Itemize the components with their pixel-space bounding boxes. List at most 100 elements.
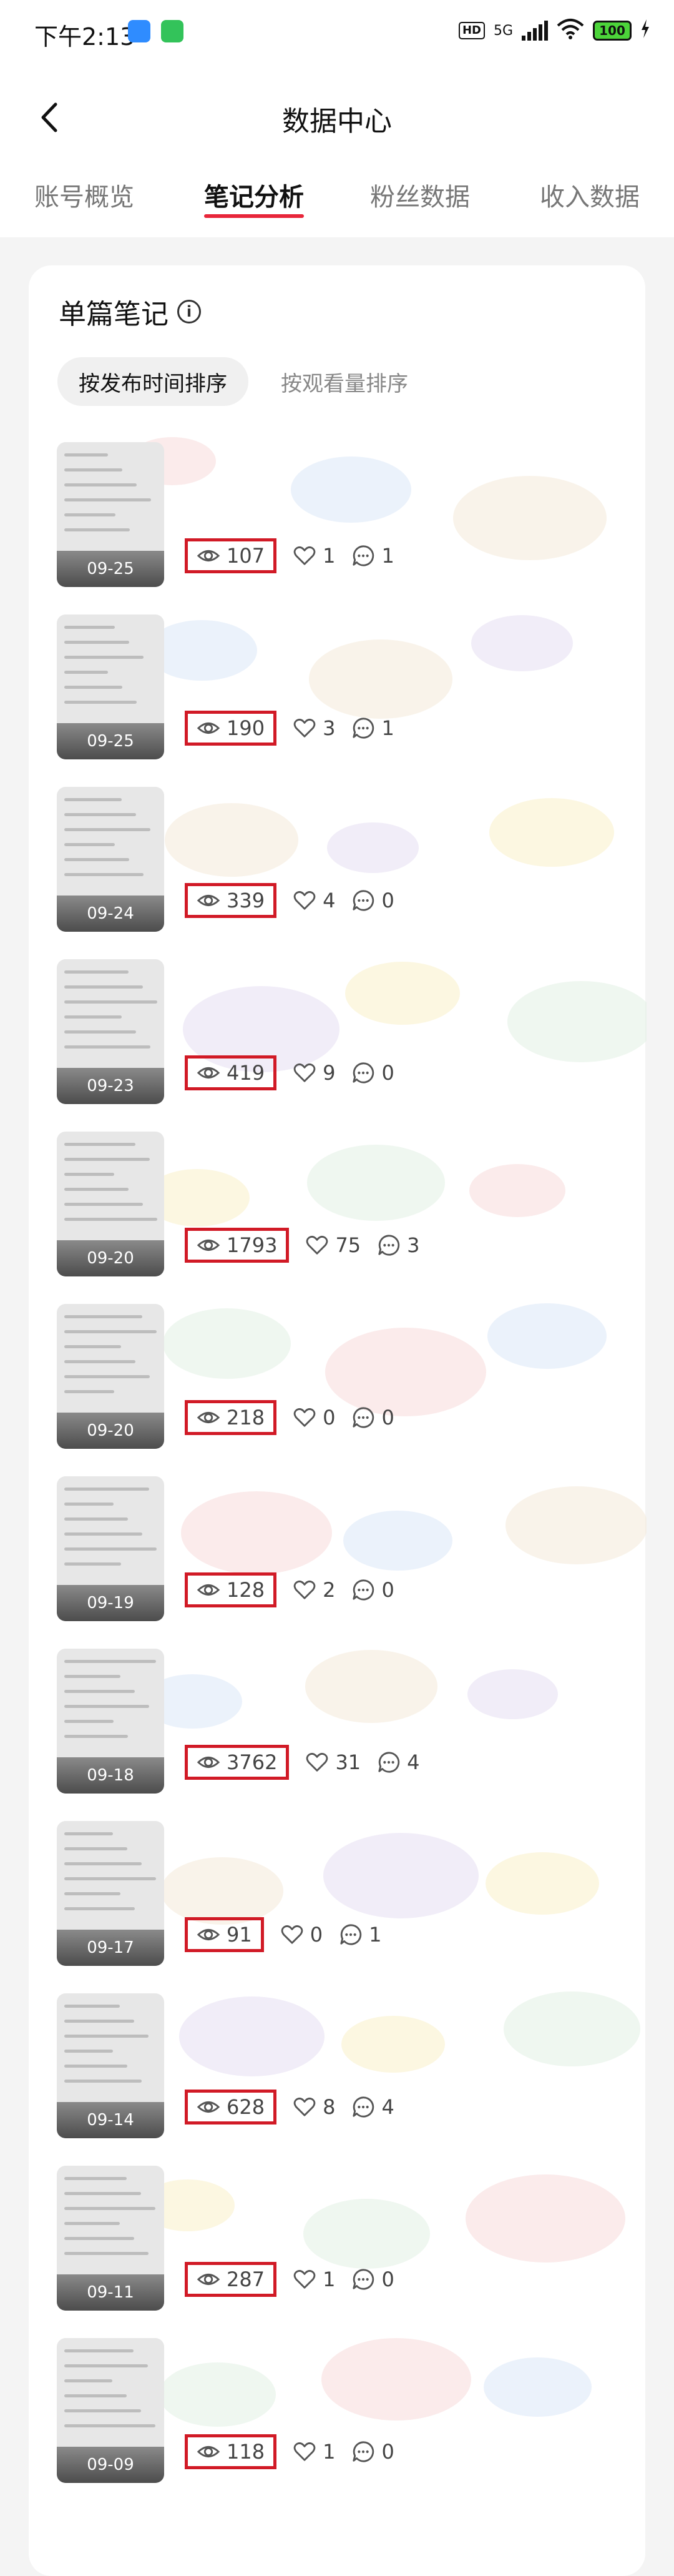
note-background-decoration — [104, 1637, 647, 1810]
comment-icon — [378, 1235, 400, 1256]
views-count: 419 — [227, 1061, 265, 1085]
comments-stat: 1 — [351, 716, 394, 740]
comment-icon — [353, 1579, 374, 1601]
likes-count: 9 — [323, 1061, 336, 1085]
eye-icon — [197, 1928, 220, 1941]
battery-icon: 100 — [593, 21, 632, 41]
eye-icon — [197, 2101, 220, 2113]
note-stats: 91 0 1 — [185, 1916, 381, 1953]
heart-icon — [293, 1063, 316, 1082]
note-stats: 3762 31 4 — [185, 1744, 420, 1781]
heart-icon — [293, 1408, 316, 1427]
note-date: 09-20 — [57, 1240, 164, 1276]
note-row[interactable]: 09-09 118 1 0 — [29, 2327, 645, 2499]
views-stat: 128 — [185, 1572, 277, 1607]
note-thumbnail[interactable]: 09-17 — [57, 1821, 164, 1966]
views-count: 190 — [227, 716, 265, 740]
note-background-decoration — [104, 1982, 647, 2154]
heart-icon — [293, 2269, 316, 2289]
note-row[interactable]: 09-19 128 2 0 — [29, 1465, 647, 1637]
comments-count: 0 — [381, 1578, 394, 1602]
eye-icon — [197, 550, 220, 562]
note-row[interactable]: 09-25 190 3 1 — [29, 603, 645, 776]
network-label: 5G — [493, 22, 513, 39]
status-bar: 下午2:13 HD 5G 100 — [0, 0, 674, 62]
wifi-icon — [557, 18, 584, 43]
comments-stat: 4 — [377, 1750, 420, 1774]
views-stat: 218 — [185, 1400, 277, 1435]
comments-count: 4 — [407, 1750, 420, 1774]
note-background-decoration — [104, 1120, 647, 1293]
likes-stat: 1 — [293, 544, 335, 568]
note-thumbnail[interactable]: 09-14 — [57, 1993, 164, 2138]
note-row[interactable]: 09-18 3762 31 4 — [29, 1637, 645, 1810]
note-row[interactable]: 09-25 107 1 1 — [29, 431, 645, 603]
note-thumbnail[interactable]: 09-20 — [57, 1132, 164, 1276]
app-notification-icon — [128, 20, 150, 42]
comments-count: 0 — [381, 2440, 394, 2464]
note-date: 09-19 — [57, 1585, 164, 1621]
views-count: 107 — [227, 544, 265, 568]
note-thumbnail[interactable]: 09-20 — [57, 1304, 164, 1449]
note-date: 09-09 — [57, 2447, 164, 2483]
note-background-decoration — [104, 1810, 647, 1982]
note-thumbnail[interactable]: 09-24 — [57, 787, 164, 932]
comments-stat: 0 — [351, 2440, 394, 2464]
tab-account-overview[interactable]: 账号概览 — [34, 177, 134, 213]
heart-icon — [281, 1925, 303, 1944]
sort-by-views-button[interactable]: 按观看量排序 — [260, 357, 429, 406]
views-count: 3762 — [227, 1750, 278, 1774]
eye-icon — [197, 894, 220, 907]
note-thumbnail[interactable]: 09-25 — [57, 442, 164, 587]
info-icon[interactable]: i — [177, 300, 201, 323]
note-thumbnail[interactable]: 09-09 — [57, 2338, 164, 2483]
likes-count: 4 — [323, 889, 336, 912]
note-thumbnail[interactable]: 09-18 — [57, 1649, 164, 1794]
note-date: 09-25 — [57, 723, 164, 759]
note-date: 09-20 — [57, 1413, 164, 1449]
note-row[interactable]: 09-11 287 1 0 — [29, 2154, 645, 2327]
status-indicators: HD 5G 100 — [458, 17, 650, 44]
note-row[interactable]: 09-24 339 4 0 — [29, 776, 645, 948]
tab-fans-data[interactable]: 粉丝数据 — [370, 177, 470, 213]
signal-icon — [522, 21, 548, 41]
heart-icon — [293, 718, 316, 738]
views-count: 218 — [227, 1406, 265, 1429]
note-row[interactable]: 09-20 218 0 0 — [29, 1293, 645, 1465]
sort-by-publish-time-button[interactable]: 按发布时间排序 — [57, 357, 248, 406]
note-stats: 628 8 4 — [185, 2088, 394, 2126]
comments-stat: 0 — [351, 1406, 394, 1429]
comment-icon — [340, 1924, 362, 1945]
comment-icon — [353, 2096, 374, 2118]
heart-icon — [306, 1752, 328, 1772]
note-background-decoration — [104, 1293, 647, 1465]
page-title: 数据中心 — [282, 106, 392, 137]
views-stat: 91 — [185, 1917, 264, 1952]
views-count: 628 — [227, 2095, 265, 2119]
heart-icon — [293, 2097, 316, 2116]
eye-icon — [197, 1239, 220, 1251]
note-row[interactable]: 09-14 628 8 4 — [29, 1982, 645, 2154]
likes-stat: 1 — [293, 2268, 335, 2291]
comment-icon — [353, 2441, 374, 2462]
note-background-decoration — [104, 603, 647, 776]
likes-stat: 2 — [293, 1578, 335, 1602]
note-thumbnail[interactable]: 09-11 — [57, 2166, 164, 2311]
note-thumbnail[interactable]: 09-25 — [57, 614, 164, 759]
note-row[interactable]: 09-20 1793 75 3 — [29, 1120, 645, 1293]
note-background-decoration — [104, 776, 647, 948]
comment-icon — [353, 890, 374, 911]
tab-note-analysis[interactable]: 笔记分析 — [204, 177, 304, 213]
note-date: 09-25 — [57, 551, 164, 587]
likes-count: 1 — [323, 544, 336, 568]
note-thumbnail[interactable]: 09-19 — [57, 1476, 164, 1621]
comments-count: 0 — [381, 1406, 394, 1429]
likes-stat: 31 — [305, 1750, 361, 1774]
note-row[interactable]: 09-23 419 9 0 — [29, 948, 647, 1120]
eye-icon — [197, 1756, 220, 1769]
note-thumbnail[interactable]: 09-23 — [57, 959, 164, 1104]
note-row[interactable]: 09-17 91 0 1 — [29, 1810, 645, 1982]
tab-income-data[interactable]: 收入数据 — [540, 177, 640, 213]
comments-stat: 0 — [351, 2268, 394, 2291]
comments-stat: 3 — [377, 1233, 420, 1257]
